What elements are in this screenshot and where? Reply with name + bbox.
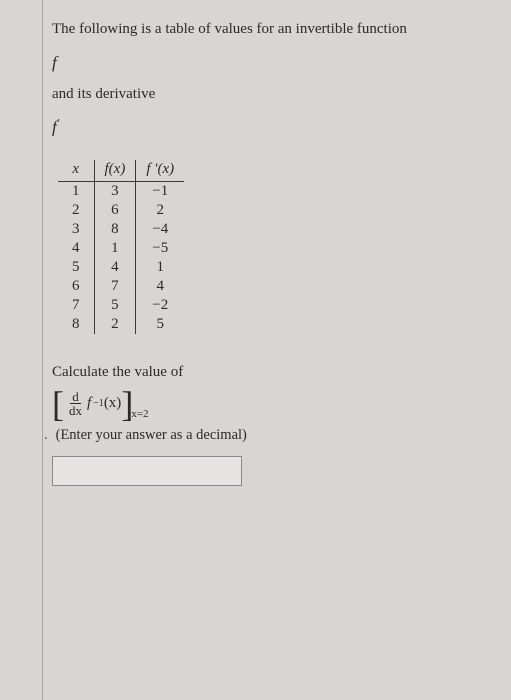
hint-inner: (Enter your answer as a decimal) [56, 427, 247, 443]
table-row: 41−5 [58, 239, 184, 258]
value-table: x f(x) f ′(x) 13−126238−441−554167475−28… [58, 160, 184, 334]
intro-text: The following is a table of values for a… [52, 18, 491, 41]
expr-f: f [87, 395, 91, 412]
expr-inv: −1 [93, 398, 104, 409]
table-row: 75−2 [58, 296, 184, 315]
cell-fx: 3 [94, 181, 136, 201]
table-row: 262 [58, 201, 184, 220]
cell-fpx: −4 [136, 220, 184, 239]
cell-x: 6 [58, 277, 94, 296]
cell-fx: 1 [94, 239, 136, 258]
cell-x: 2 [58, 201, 94, 220]
col-x: x [58, 160, 94, 182]
answer-input[interactable] [52, 456, 242, 486]
frac-den: dx [67, 404, 84, 417]
cell-fpx: 1 [136, 258, 184, 277]
cell-fx: 5 [94, 296, 136, 315]
cell-fpx: 4 [136, 277, 184, 296]
cell-fpx: −1 [136, 181, 184, 201]
cell-x: 3 [58, 220, 94, 239]
d-dx-fraction: d dx [67, 390, 84, 417]
deriv-prime: ′ [57, 117, 59, 129]
derivative-symbol: f′ [52, 117, 491, 138]
cell-fx: 6 [94, 201, 136, 220]
col-fx: f(x) [94, 160, 136, 182]
table-row: 13−1 [58, 181, 184, 201]
cell-fx: 8 [94, 220, 136, 239]
cell-fpx: 5 [136, 315, 184, 334]
table-row: 541 [58, 258, 184, 277]
col-fpx: f ′(x) [136, 160, 184, 182]
table-row: 825 [58, 315, 184, 334]
cell-x: 1 [58, 181, 94, 201]
hint-text: .(Enter your answer as a decimal) [52, 427, 491, 444]
derivative-text: and its derivative [52, 83, 491, 106]
expr-arg: (x) [104, 395, 122, 412]
table-row: 38−4 [58, 220, 184, 239]
expression: [ d dx f−1(x) ] x=2 [52, 389, 491, 420]
cell-fpx: 2 [136, 201, 184, 220]
cell-x: 4 [58, 239, 94, 258]
cell-x: 7 [58, 296, 94, 315]
cell-fpx: −2 [136, 296, 184, 315]
frac-num: d [70, 390, 81, 404]
calc-prompt: Calculate the value of [52, 364, 491, 381]
cell-fx: 7 [94, 277, 136, 296]
eval-point: x=2 [131, 408, 148, 420]
cell-fpx: −5 [136, 239, 184, 258]
cell-x: 8 [58, 315, 94, 334]
cell-fx: 2 [94, 315, 136, 334]
table-row: 674 [58, 277, 184, 296]
cell-x: 5 [58, 258, 94, 277]
cell-fx: 4 [94, 258, 136, 277]
left-bracket: [ [52, 389, 64, 420]
function-symbol: f [52, 53, 491, 73]
